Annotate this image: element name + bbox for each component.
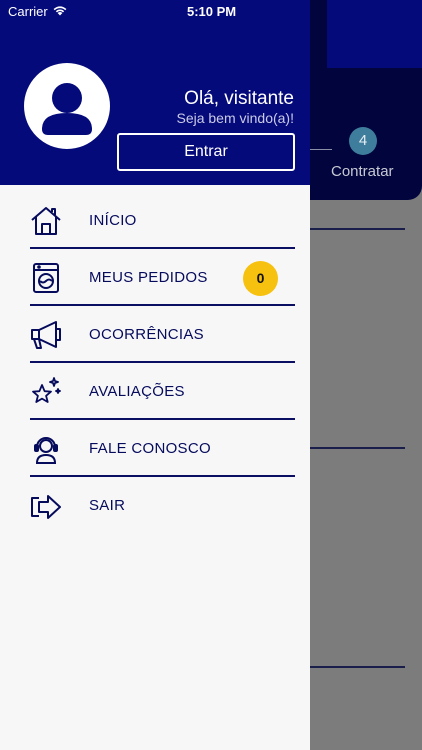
menu-item-label: OCORRÊNCIAS bbox=[89, 326, 204, 343]
menu-item-label: AVALIAÇÕES bbox=[89, 383, 185, 400]
drawer-menu: INÍCIO MEUS PEDIDOS OCORRÊNCIAS AVALIAÇÕ… bbox=[0, 192, 310, 534]
background-divider bbox=[310, 228, 405, 230]
orders-count-badge: 0 bbox=[243, 261, 278, 296]
greeting-title: Olá, visitante bbox=[184, 88, 294, 109]
background-divider bbox=[310, 447, 405, 449]
menu-item-avaliacoes[interactable]: AVALIAÇÕES bbox=[0, 363, 310, 420]
menu-item-label: MEUS PEDIDOS bbox=[89, 269, 208, 286]
background-step-circle: 4 bbox=[349, 127, 377, 155]
background-step-connector bbox=[310, 149, 332, 150]
wifi-icon bbox=[53, 6, 67, 16]
menu-item-ocorrencias[interactable]: OCORRÊNCIAS bbox=[0, 306, 310, 363]
enter-button[interactable]: Entrar bbox=[117, 133, 295, 171]
menu-item-fale-conosco[interactable]: FALE CONOSCO bbox=[0, 420, 310, 477]
greeting-subtitle: Seja bem vindo(a)! bbox=[176, 110, 294, 126]
user-avatar-icon bbox=[24, 63, 110, 149]
menu-item-sair[interactable]: SAIR bbox=[0, 477, 310, 534]
side-drawer: Olá, visitante Seja bem vindo(a)! Entrar… bbox=[0, 0, 310, 750]
carrier-label: Carrier bbox=[8, 4, 48, 19]
washing-machine-icon bbox=[33, 263, 59, 293]
avatar-silhouette-icon bbox=[42, 83, 92, 135]
background-step-label: Contratar bbox=[331, 163, 394, 180]
home-icon bbox=[31, 207, 61, 235]
menu-item-label: FALE CONOSCO bbox=[89, 440, 211, 457]
background-header-block bbox=[327, 0, 422, 68]
star-sparkle-icon bbox=[32, 377, 61, 403]
background-divider bbox=[310, 666, 405, 668]
status-bar: Carrier 5:10 PM bbox=[0, 0, 310, 24]
headset-icon bbox=[34, 437, 58, 464]
menu-item-label: SAIR bbox=[89, 497, 126, 514]
drawer-header: Olá, visitante Seja bem vindo(a)! Entrar bbox=[0, 0, 310, 185]
menu-item-label: INÍCIO bbox=[89, 212, 137, 229]
megaphone-icon bbox=[31, 321, 61, 349]
clock: 5:10 PM bbox=[187, 4, 237, 19]
menu-item-inicio[interactable]: INÍCIO bbox=[0, 192, 310, 249]
exit-arrow-icon bbox=[31, 495, 61, 519]
